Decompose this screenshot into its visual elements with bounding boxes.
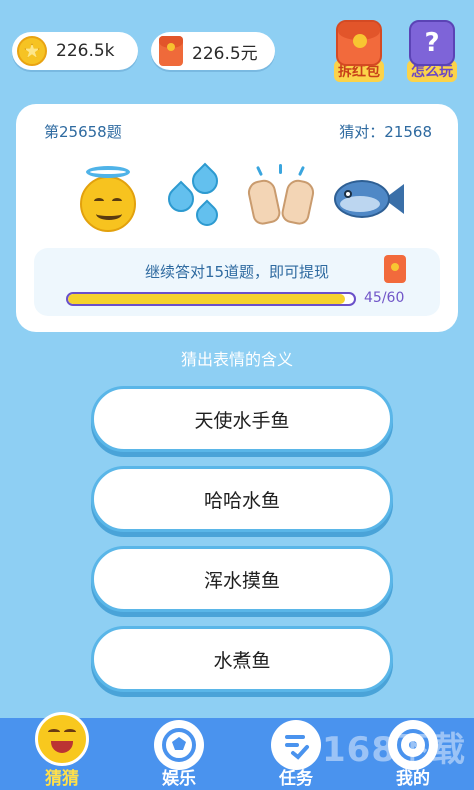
sweat-droplets-icon (162, 162, 230, 232)
ball-icon (154, 720, 204, 770)
question-card: 第25658题 猜对：21568 继续答对15道题，即可提现 45/60 (16, 104, 458, 332)
progress-bar-fill (68, 294, 346, 304)
nav-label-entertainment: 娱乐 (162, 769, 196, 789)
fish-icon (334, 166, 404, 232)
question-mark-icon: ? (409, 20, 455, 66)
open-red-packet-button[interactable]: 拆红包 (331, 20, 387, 84)
nav-label-guess: 猜猜 (45, 769, 79, 789)
watermark: 168下载 (322, 730, 466, 770)
raising-hands-icon (245, 164, 317, 232)
coin-icon (17, 36, 47, 66)
answer-option-3[interactable]: 浑水摸鱼 (91, 546, 393, 612)
red-envelope-icon[interactable] (384, 255, 406, 283)
withdraw-progress: 继续答对15道题，即可提现 45/60 (34, 248, 440, 316)
cash-balance-value: 226.5元 (192, 43, 258, 64)
answer-option-4[interactable]: 水煮鱼 (91, 626, 393, 692)
question-number: 第25658题 (44, 123, 122, 141)
task-list-icon (271, 720, 321, 770)
answer-option-2[interactable]: 哈哈水鱼 (91, 466, 393, 532)
coin-balance[interactable]: 226.5k (12, 32, 138, 70)
answer-option-1[interactable]: 天使水手鱼 (91, 386, 393, 452)
cash-balance[interactable]: 226.5元 (151, 32, 275, 70)
laughing-face-icon (35, 712, 89, 766)
progress-count: 45/60 (364, 290, 405, 306)
emoji-puzzle (16, 162, 458, 236)
withdraw-progress-text: 继续答对15道题，即可提现 (144, 263, 330, 281)
nav-item-guess[interactable]: 猜猜 (22, 712, 102, 790)
coin-balance-value: 226.5k (56, 41, 115, 61)
smiling-face-with-halo-icon (76, 166, 142, 232)
correct-guess-count: 猜对：21568 (339, 123, 432, 141)
progress-bar (66, 292, 356, 306)
nav-item-entertainment[interactable]: 娱乐 (139, 718, 219, 790)
red-envelope-icon (159, 36, 183, 66)
how-to-play-button[interactable]: ? 怎么玩 (404, 20, 460, 84)
red-packet-icon (336, 20, 382, 66)
instruction-text: 猜出表情的含义 (180, 350, 293, 369)
